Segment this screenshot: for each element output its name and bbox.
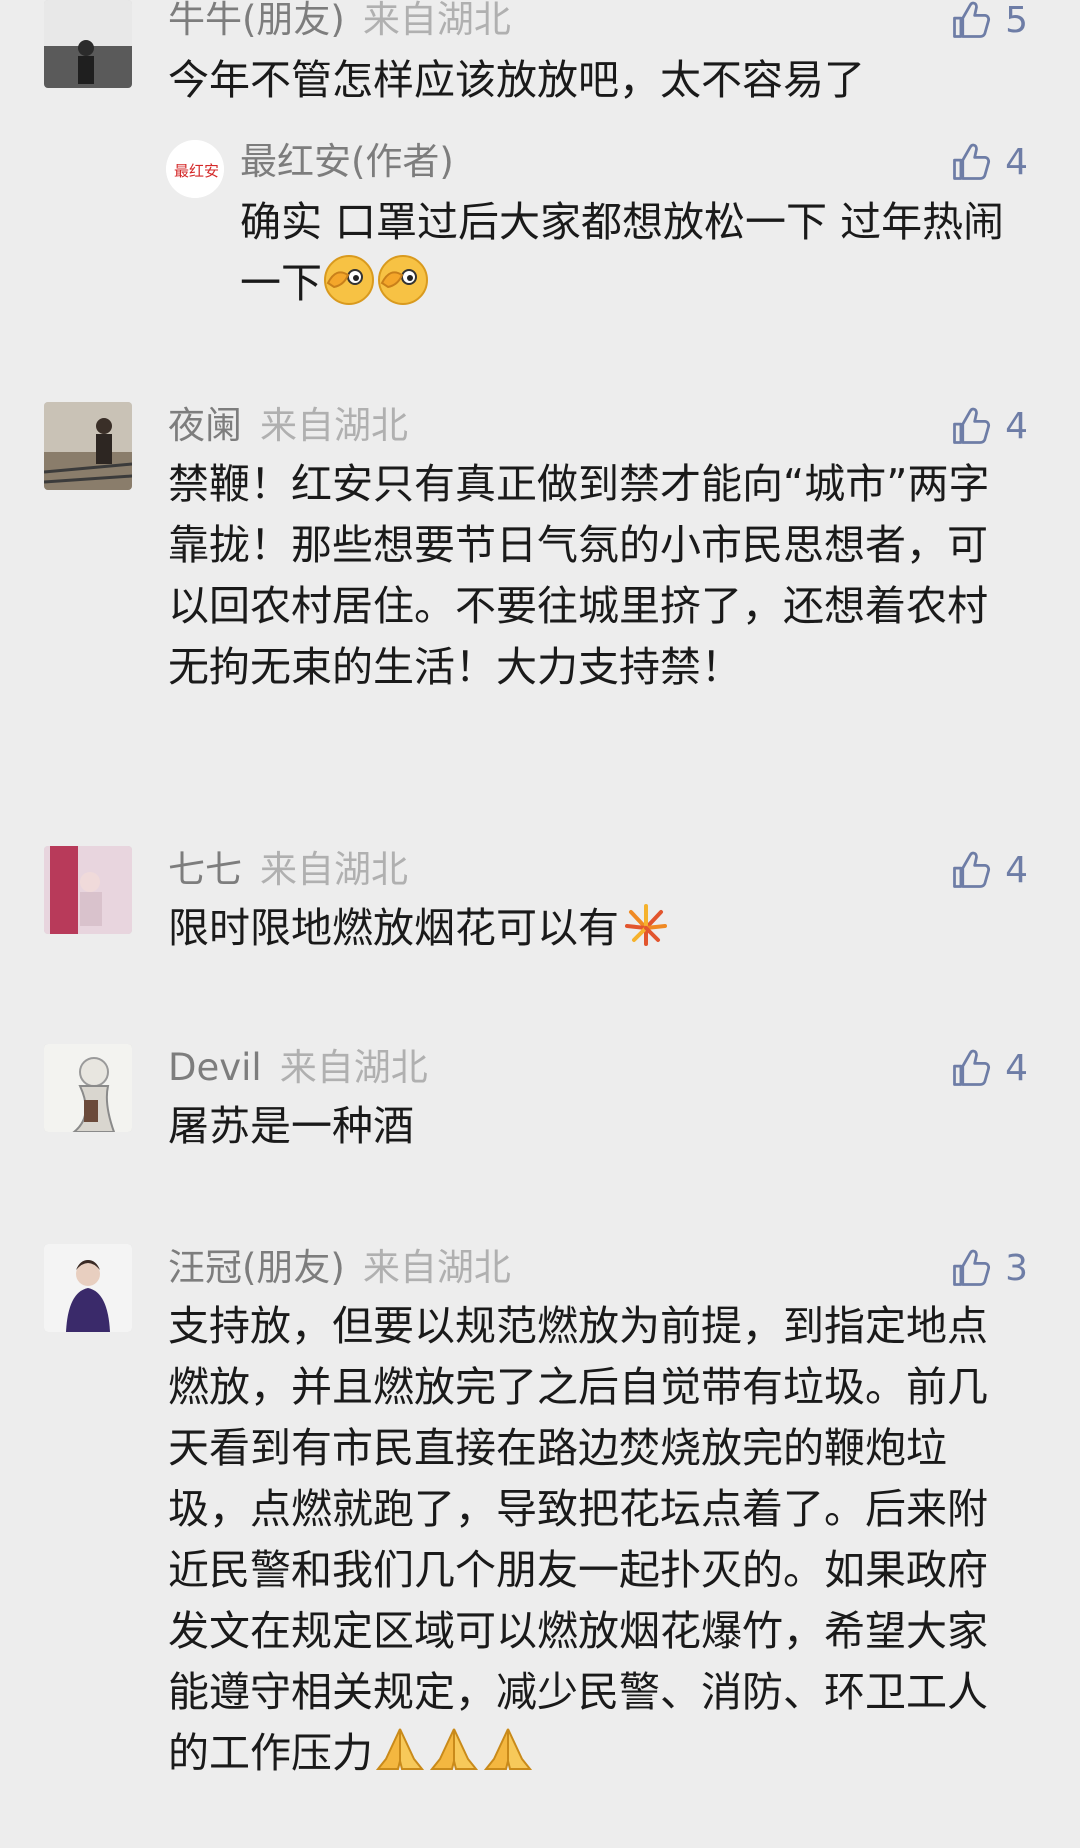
thumbs-up-icon — [949, 1046, 993, 1090]
comment-header: Devil 来自湖北 — [168, 1044, 428, 1092]
comment-header: 七七 来自湖北 — [168, 846, 408, 894]
facepalm-emoji — [322, 253, 376, 307]
comment-text-content: 限时限地燃放烟花可以有 — [168, 904, 619, 952]
comment-text-content: 支持放，但要以规范燃放为前提，到指定地点燃放，并且燃放完了之后自觉带有垃圾。前几… — [168, 1302, 988, 1777]
comment-text: 屠苏是一种酒 — [168, 1102, 414, 1150]
username[interactable]: Devil — [168, 1046, 262, 1089]
like-button[interactable]: 4 — [949, 1044, 1028, 1092]
like-count: 4 — [1005, 1047, 1028, 1089]
comment-header: 牛牛(朋友) 来自湖北 — [168, 0, 511, 44]
thumbs-up-icon — [949, 140, 993, 184]
like-button[interactable]: 5 — [949, 0, 1028, 44]
username[interactable]: 牛牛(朋友) — [168, 0, 345, 41]
praying-hands-emoji — [373, 1723, 427, 1777]
praying-hands-emoji — [481, 1723, 535, 1777]
praying-hands-emoji — [427, 1723, 481, 1777]
comment-text: 支持放，但要以规范燃放为前提，到指定地点燃放，并且燃放完了之后自觉带有垃圾。前几… — [168, 1296, 1018, 1784]
reply-header: 最红安(作者) — [240, 138, 454, 186]
like-count: 4 — [1005, 141, 1028, 183]
location-tag: 来自湖北 — [279, 1046, 428, 1089]
reply-like-button[interactable]: 4 — [949, 138, 1028, 186]
username[interactable]: 夜阑 — [168, 404, 242, 447]
author-avatar[interactable]: 最红安 — [166, 140, 224, 198]
location-tag: 来自湖北 — [362, 1246, 511, 1289]
avatar[interactable] — [44, 0, 132, 88]
like-count: 4 — [1005, 405, 1028, 447]
like-count: 4 — [1005, 849, 1028, 891]
like-button[interactable]: 4 — [949, 402, 1028, 450]
comment-header: 汪冠(朋友) 来自湖北 — [168, 1244, 511, 1292]
like-count: 3 — [1005, 1247, 1028, 1289]
facepalm-emoji — [376, 253, 430, 307]
fireworks-emoji — [619, 898, 673, 952]
thumbs-up-icon — [949, 404, 993, 448]
thumbs-up-icon — [949, 0, 993, 42]
avatar[interactable] — [44, 1044, 132, 1132]
avatar[interactable] — [44, 1244, 132, 1332]
author-name[interactable]: 最红安(作者) — [240, 140, 454, 183]
username[interactable]: 汪冠(朋友) — [168, 1246, 345, 1289]
thumbs-up-icon — [949, 1246, 993, 1290]
like-button[interactable]: 4 — [949, 846, 1028, 894]
reply-text: 确实 口罩过后大家都想放松一下 过年热闹一下 — [240, 192, 1040, 314]
like-count: 5 — [1005, 0, 1028, 41]
location-tag: 来自湖北 — [260, 404, 408, 447]
like-button[interactable]: 3 — [949, 1244, 1028, 1292]
avatar[interactable] — [44, 402, 132, 490]
comment-text: 限时限地燃放烟花可以有 — [168, 898, 1018, 959]
comment-text: 今年不管怎样应该放放吧，太不容易了 — [168, 56, 865, 104]
avatar-logo-text: 最红安 — [174, 162, 219, 180]
avatar[interactable] — [44, 846, 132, 934]
location-tag: 来自湖北 — [260, 848, 408, 891]
thumbs-up-icon — [949, 848, 993, 892]
comment-header: 夜阑 来自湖北 — [168, 402, 408, 450]
location-tag: 来自湖北 — [362, 0, 511, 41]
username[interactable]: 七七 — [168, 848, 242, 891]
comment-text: 禁鞭！红安只有真正做到禁才能向“城市”两字靠拢！那些想要节日气氛的小市民思想者，… — [168, 460, 990, 691]
